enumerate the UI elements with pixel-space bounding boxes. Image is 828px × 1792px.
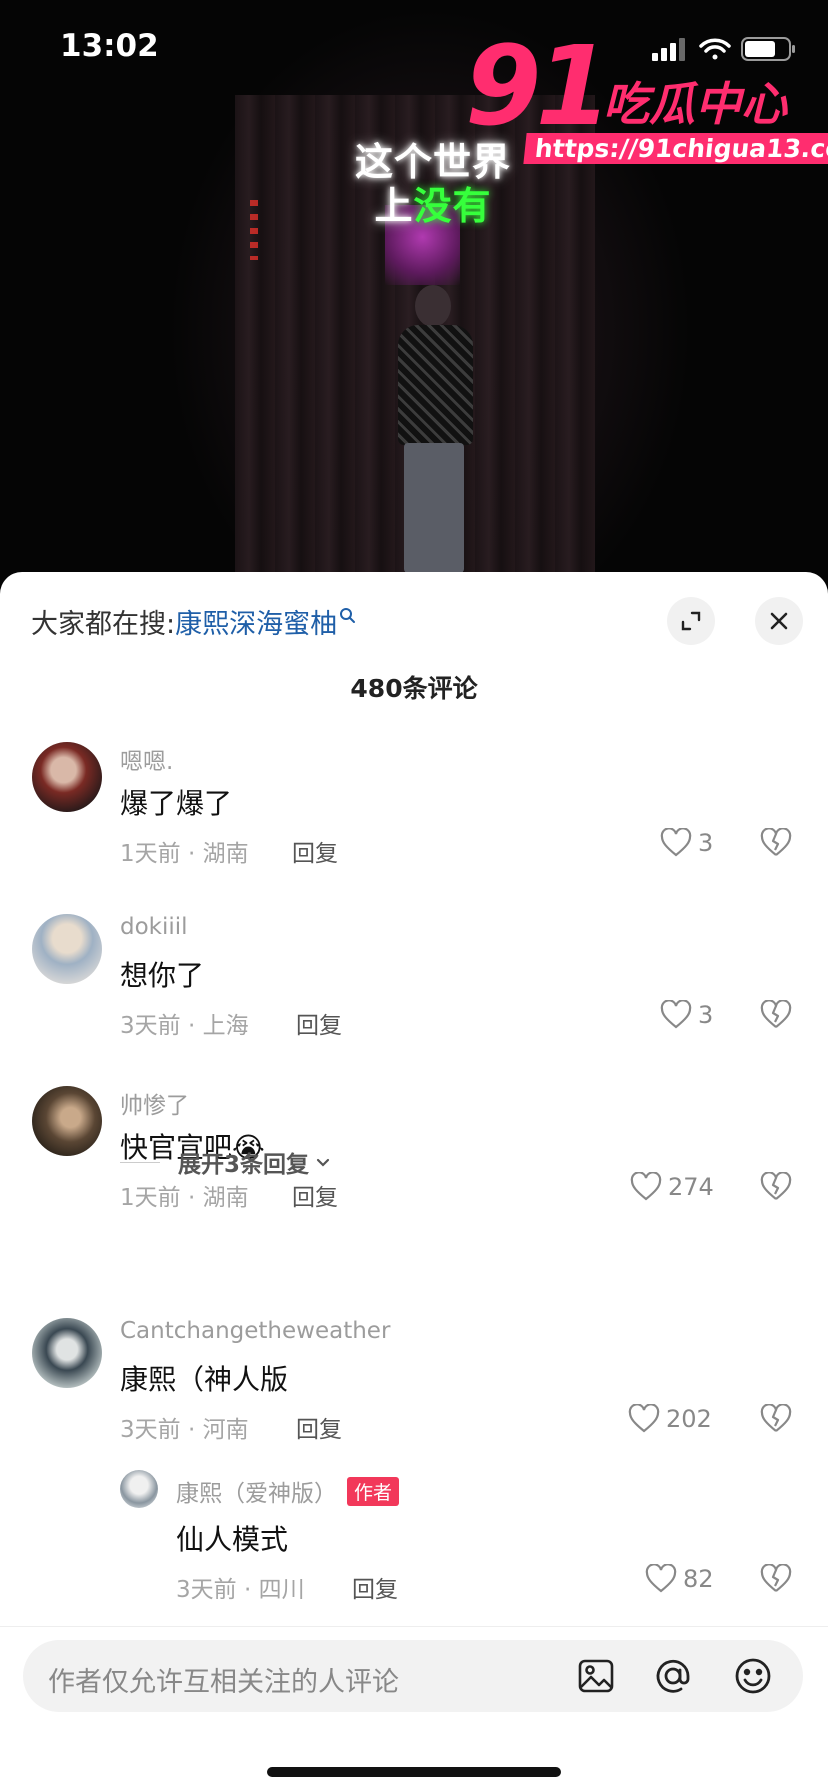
dislike-button[interactable] (760, 1403, 792, 1438)
avatar[interactable] (32, 914, 102, 984)
expand-icon (681, 611, 701, 631)
comments-sheet: 大家都在搜:康熙深海蜜柚 480条评论 嗯嗯. 爆了爆了 1天前 · 湖南 回复… (0, 572, 828, 1792)
comment-username[interactable]: Cantchangetheweather (120, 1318, 390, 1344)
heart-icon (628, 1404, 660, 1433)
watermark-logo: 91 吃瓜中心 https://91chigua13.com (465, 22, 828, 180)
like-count: 82 (683, 1565, 714, 1593)
divider (0, 1626, 828, 1627)
trending-keyword[interactable]: 康熙深海蜜柚 (175, 609, 337, 640)
emoji-icon[interactable] (733, 1656, 773, 1696)
like-button[interactable]: 274 (630, 1172, 714, 1202)
reply-button[interactable]: 回复 (296, 1006, 342, 1040)
broken-heart-icon (760, 827, 792, 856)
reply-button[interactable]: 回复 (292, 834, 338, 868)
broken-heart-icon (760, 999, 792, 1028)
comment-username[interactable]: dokiiil (120, 914, 188, 940)
comment-username[interactable]: 帅惨了 (120, 1086, 189, 1120)
reply-username[interactable]: 康熙（爱神版） 作者 (176, 1474, 400, 1508)
heart-icon (630, 1172, 662, 1201)
broken-heart-icon (760, 1171, 792, 1200)
like-button[interactable]: 82 (645, 1564, 714, 1594)
comment-count: 480条评论 (350, 674, 478, 703)
dislike-button[interactable] (760, 1171, 792, 1206)
heart-icon (645, 1564, 677, 1593)
comment-meta: 3天前 · 河南 (120, 1417, 249, 1443)
avatar[interactable] (32, 1086, 102, 1156)
performer (390, 285, 480, 575)
comment-input-bar[interactable]: 作者仅允许互相关注的人评论 (23, 1640, 803, 1712)
expand-replies-button[interactable]: 展开3条回复 (120, 1145, 333, 1179)
like-count: 3 (698, 1001, 714, 1029)
caption-line-2-green: 没有 (413, 184, 492, 228)
image-icon[interactable] (576, 1656, 616, 1696)
reply-button[interactable]: 回复 (292, 1178, 338, 1212)
expand-replies-label: 展开3条回复 (178, 1152, 310, 1178)
reply-button[interactable]: 回复 (352, 1570, 398, 1604)
reply-text: 仙人模式 (176, 1523, 289, 1556)
chevron-down-icon (316, 1158, 330, 1167)
watermark-url: https://91chigua13.com (523, 133, 828, 164)
close-button[interactable] (755, 597, 803, 645)
trending-label: 大家都在搜: (31, 609, 176, 640)
comment-text: 康熙（神人版 (120, 1363, 289, 1396)
status-time: 13:02 (60, 28, 159, 64)
comment-text: 想你了 (120, 959, 205, 992)
dislike-button[interactable] (760, 827, 792, 862)
caption-line-2-white: 上 (374, 184, 414, 228)
search-icon (340, 608, 356, 623)
like-button[interactable]: 3 (660, 828, 713, 858)
like-button[interactable]: 3 (660, 1000, 713, 1030)
reply-meta: 3天前 · 四川 (176, 1577, 305, 1603)
avatar[interactable] (120, 1470, 158, 1508)
red-lights (250, 200, 258, 260)
at-icon[interactable] (653, 1656, 693, 1696)
dislike-button[interactable] (760, 999, 792, 1034)
reply-button[interactable]: 回复 (296, 1410, 342, 1444)
trending-search[interactable]: 大家都在搜:康熙深海蜜柚 (31, 602, 357, 641)
watermark-number: 91 (465, 22, 612, 150)
watermark-text: 吃瓜中心 (603, 77, 787, 131)
like-button[interactable]: 202 (628, 1404, 712, 1434)
broken-heart-icon (760, 1563, 792, 1592)
heart-icon (660, 828, 692, 857)
comment-meta: 3天前 · 上海 (120, 1013, 249, 1039)
like-count: 3 (698, 829, 714, 857)
comment-meta: 1天前 · 湖南 (120, 841, 249, 867)
comment-username[interactable]: 嗯嗯. (120, 742, 173, 776)
broken-heart-icon (760, 1403, 792, 1432)
expand-button[interactable] (667, 597, 715, 645)
comment-input-placeholder: 作者仅允许互相关注的人评论 (48, 1667, 399, 1698)
comment-meta: 1天前 · 湖南 (120, 1185, 249, 1211)
video-player[interactable]: 这个世界 上没有 13:02 91 吃瓜中心 https://91chigua1… (0, 0, 828, 585)
close-icon (770, 612, 788, 630)
like-count: 202 (666, 1405, 712, 1433)
home-indicator (267, 1767, 561, 1777)
like-count: 274 (668, 1173, 714, 1201)
avatar[interactable] (32, 1318, 102, 1388)
heart-icon (660, 1000, 692, 1029)
dislike-button[interactable] (760, 1563, 792, 1598)
author-badge: 作者 (347, 1477, 400, 1506)
comment-text: 爆了爆了 (120, 787, 233, 820)
avatar[interactable] (32, 742, 102, 812)
